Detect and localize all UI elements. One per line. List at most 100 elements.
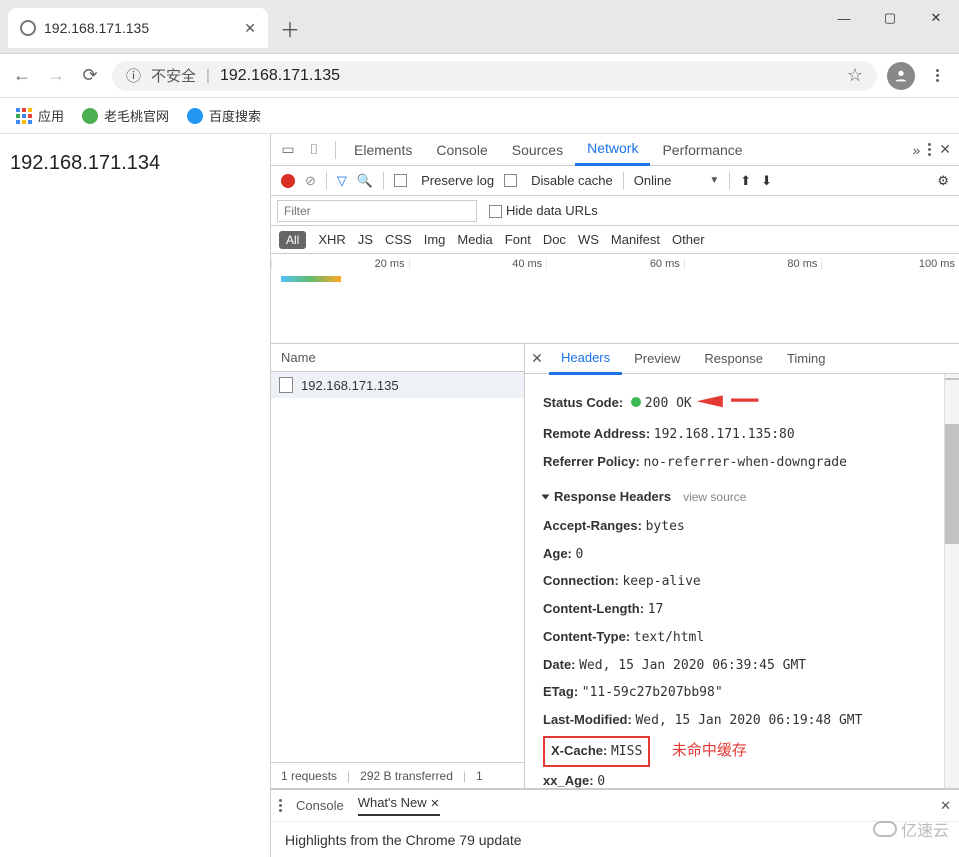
timeline-tick: 20 ms — [271, 258, 409, 270]
browser-tab[interactable]: 192.168.171.135 ✕ — [8, 8, 268, 48]
disable-cache-label: Disable cache — [531, 173, 613, 188]
header-value: Wed, 15 Jan 2020 06:19:48 GMT — [635, 713, 862, 728]
favicon — [187, 108, 203, 124]
type-media[interactable]: Media — [457, 232, 492, 247]
drawer-tab-whatsnew[interactable]: What's New ✕ — [358, 795, 440, 816]
reload-button[interactable]: ⟳ — [78, 64, 102, 88]
devtools-panel: ▭ ⌷ Elements Console Sources Network Per… — [270, 134, 959, 857]
import-har-icon[interactable]: ⬆ — [740, 173, 751, 189]
apps-shortcut[interactable]: 应用 — [16, 106, 64, 125]
main-content: 192.168.171.134 ▭ ⌷ Elements Console Sou… — [0, 134, 959, 857]
tab-network[interactable]: Network — [575, 134, 650, 166]
drawer-tab-console[interactable]: Console — [296, 798, 344, 813]
cache-miss-annotation: 未命中缓存 — [672, 742, 747, 759]
close-details-icon[interactable]: ✕ — [525, 350, 549, 367]
record-button[interactable] — [281, 174, 295, 188]
type-all[interactable]: All — [279, 231, 306, 249]
throttling-select[interactable]: Online — [634, 173, 672, 188]
search-icon[interactable]: 🔍 — [357, 173, 373, 189]
inspect-icon[interactable]: ▭ — [277, 139, 299, 161]
disable-cache-checkbox[interactable] — [504, 174, 517, 187]
device-toggle-icon[interactable]: ⌷ — [303, 139, 325, 161]
details-scrollbar[interactable] — [944, 374, 959, 788]
rendered-page: 192.168.171.134 — [0, 134, 270, 857]
hide-data-urls[interactable]: Hide data URLs — [489, 203, 598, 218]
bookmark-item[interactable]: 百度搜索 — [187, 106, 261, 125]
header-value: Wed, 15 Jan 2020 06:39:45 GMT — [579, 658, 806, 673]
request-list: Name 192.168.171.135 1 requests | 292 B … — [271, 344, 525, 788]
summary-requests: 1 requests — [281, 769, 337, 783]
header-value: "11-59c27b207bb98" — [582, 685, 723, 700]
detail-tab-timing[interactable]: Timing — [775, 344, 838, 375]
response-headers-section[interactable]: Response Headers view source — [543, 485, 945, 510]
timeline-tick: 100 ms — [821, 258, 959, 270]
tab-performance[interactable]: Performance — [650, 134, 754, 166]
close-window-button[interactable]: ✕ — [913, 0, 959, 36]
window-controls: ― ▢ ✕ — [821, 0, 959, 36]
type-xhr[interactable]: XHR — [318, 232, 345, 247]
devtools-close-icon[interactable]: ✕ — [939, 141, 951, 158]
forward-button[interactable]: → — [44, 64, 68, 88]
timeline-tick: 80 ms — [684, 258, 822, 270]
type-css[interactable]: CSS — [385, 232, 412, 247]
maximize-button[interactable]: ▢ — [867, 0, 913, 36]
devtools-menu-icon[interactable] — [928, 143, 931, 156]
new-tab-button[interactable]: ＋ — [276, 14, 304, 42]
chevron-down-icon[interactable]: ▼ — [709, 175, 719, 186]
type-js[interactable]: JS — [358, 232, 373, 247]
request-name: 192.168.171.135 — [301, 378, 399, 393]
network-timeline[interactable]: 20 ms 40 ms 60 ms 80 ms 100 ms — [271, 254, 959, 344]
drawer-menu-icon[interactable] — [279, 799, 282, 812]
detail-tab-headers[interactable]: Headers — [549, 344, 622, 375]
tab-title: 192.168.171.135 — [44, 20, 236, 36]
minimize-button[interactable]: ― — [821, 0, 867, 36]
tab-elements[interactable]: Elements — [342, 134, 424, 166]
arrow-annotation-icon: ◄━ — [688, 382, 758, 420]
insecure-label: 不安全 — [151, 65, 196, 86]
preserve-log-label: Preserve log — [421, 173, 494, 188]
type-other[interactable]: Other — [672, 232, 705, 247]
header-key: Date: — [543, 657, 576, 672]
type-img[interactable]: Img — [424, 232, 446, 247]
status-code-label: Status Code: — [543, 395, 623, 410]
document-icon — [279, 377, 293, 393]
list-header-name[interactable]: Name — [271, 344, 524, 372]
bookmark-star-icon[interactable]: ☆ — [847, 65, 863, 86]
window-titlebar: 192.168.171.135 ✕ ＋ ― ▢ ✕ — [0, 0, 959, 54]
whatsnew-headline: Highlights from the Chrome 79 update — [285, 832, 522, 848]
close-icon[interactable]: ✕ — [244, 20, 256, 37]
export-har-icon[interactable]: ⬇ — [761, 173, 772, 189]
tab-console[interactable]: Console — [424, 134, 499, 166]
type-manifest[interactable]: Manifest — [611, 232, 660, 247]
headers-content[interactable]: Status Code: 200 OK ◄━ Remote Address: 1… — [525, 374, 959, 788]
timeline-tick: 40 ms — [409, 258, 547, 270]
tab-sources[interactable]: Sources — [500, 134, 575, 166]
menu-button[interactable] — [925, 64, 949, 88]
network-body: Name 192.168.171.135 1 requests | 292 B … — [271, 344, 959, 789]
drawer-close-icon[interactable]: ✕ — [940, 798, 951, 814]
referrer-policy-value: no-referrer-when-downgrade — [643, 455, 847, 470]
network-toolbar: ⊘ ▽ 🔍 Preserve log Disable cache Online … — [271, 166, 959, 196]
type-doc[interactable]: Doc — [543, 232, 566, 247]
back-button[interactable]: ← — [10, 64, 34, 88]
filter-icon[interactable]: ▽ — [337, 173, 347, 189]
detail-tab-preview[interactable]: Preview — [622, 344, 692, 375]
header-key: Age: — [543, 546, 572, 561]
settings-gear-icon[interactable]: ⚙ — [937, 173, 949, 189]
apps-icon — [16, 108, 32, 124]
clear-button[interactable]: ⊘ — [305, 173, 316, 189]
drawer-tabs: Console What's New ✕ ✕ — [271, 789, 959, 821]
more-tabs-icon[interactable]: » — [912, 142, 920, 158]
address-bar: ← → ⟳ ⓘ 不安全 | 192.168.171.135 ☆ — [0, 54, 959, 98]
preserve-log-checkbox[interactable] — [394, 174, 407, 187]
request-row[interactable]: 192.168.171.135 — [271, 372, 524, 398]
omnibox[interactable]: ⓘ 不安全 | 192.168.171.135 ☆ — [112, 61, 877, 91]
type-font[interactable]: Font — [505, 232, 531, 247]
detail-tab-response[interactable]: Response — [692, 344, 775, 375]
filter-input[interactable] — [277, 200, 477, 222]
bookmark-item[interactable]: 老毛桃官网 — [82, 106, 169, 125]
view-source-link[interactable]: view source — [683, 486, 746, 509]
type-ws[interactable]: WS — [578, 232, 599, 247]
profile-avatar[interactable] — [887, 62, 915, 90]
header-key: X-Cache: — [551, 743, 607, 758]
